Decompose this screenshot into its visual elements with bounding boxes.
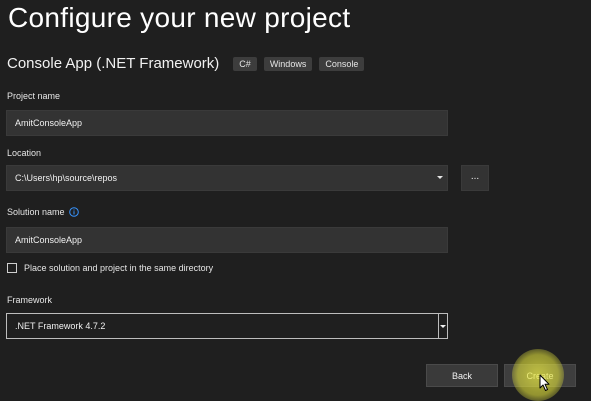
framework-select[interactable]: .NET Framework 4.7.2 <box>6 313 448 339</box>
chevron-down-icon[interactable] <box>440 325 446 328</box>
location-label: Location <box>7 148 42 158</box>
framework-value: .NET Framework 4.7.2 <box>15 321 106 331</box>
location-value: C:\Users\hp\source\repos <box>15 173 118 183</box>
tag-windows: Windows <box>263 56 313 71</box>
same-directory-label[interactable]: Place solution and project in the same d… <box>24 263 213 273</box>
project-name-value: AmitConsoleApp <box>15 118 83 128</box>
same-directory-option[interactable]: Place solution and project in the same d… <box>7 263 213 273</box>
project-type-row: Console App (.NET Framework) C# Windows … <box>7 55 371 72</box>
project-name-label: Project name <box>7 91 61 101</box>
tag-console: Console <box>319 56 365 71</box>
solution-name-label: Solution name <box>7 207 65 217</box>
mouse-pointer-icon <box>539 374 550 391</box>
solution-name-value: AmitConsoleApp <box>15 235 83 245</box>
framework-label: Framework <box>7 295 53 305</box>
chevron-down-icon[interactable] <box>437 176 443 179</box>
solution-name-input[interactable]: AmitConsoleApp <box>6 227 448 253</box>
info-icon[interactable] <box>68 207 79 217</box>
page-title: Configure your new project <box>8 2 351 33</box>
browse-button[interactable]: ... <box>461 165 489 191</box>
project-name-input[interactable]: AmitConsoleApp <box>6 110 448 136</box>
back-button[interactable]: Back <box>426 364 498 387</box>
framework-select-divider <box>438 314 439 338</box>
project-type-label: Console App (.NET Framework) <box>7 55 220 72</box>
same-directory-checkbox[interactable] <box>7 263 17 273</box>
tag-csharp: C# <box>233 56 257 71</box>
solution-name-label-row: Solution name <box>7 207 79 217</box>
location-combobox[interactable]: C:\Users\hp\source\repos <box>6 165 448 191</box>
